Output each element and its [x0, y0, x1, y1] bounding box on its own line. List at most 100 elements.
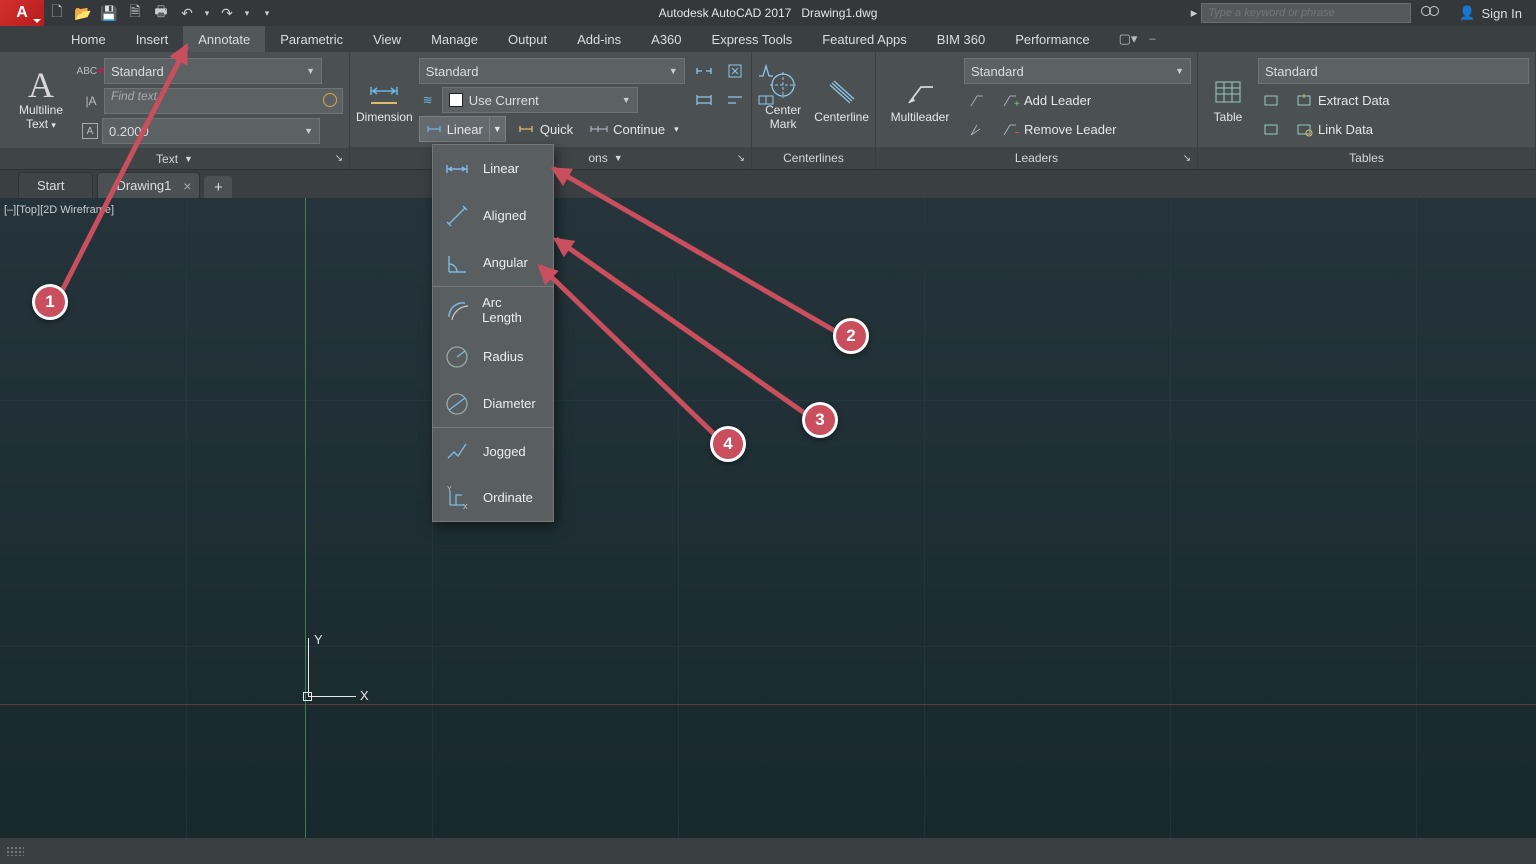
leader-align-icon[interactable] [964, 87, 990, 113]
jogged-icon [443, 437, 471, 465]
flyout-diameter-label: Diameter [483, 396, 536, 411]
tab-view[interactable]: View [358, 26, 416, 52]
table-button[interactable]: Table [1204, 56, 1252, 143]
table-ext-icon2[interactable] [1258, 116, 1284, 142]
abc-check-icon[interactable]: ABC✔ [82, 62, 100, 80]
tab-home[interactable]: Home [56, 26, 121, 52]
dim-baseline-icon[interactable] [691, 87, 717, 113]
print-icon[interactable]: 🖶 [148, 0, 174, 26]
dim-break-icon[interactable] [691, 58, 717, 84]
new-icon[interactable]: 🗋 [44, 0, 70, 26]
tab-start[interactable]: Start [18, 172, 93, 198]
tab-featured[interactable]: Featured Apps [807, 26, 922, 52]
leader-collect-icon[interactable] [964, 116, 990, 142]
flyout-angular[interactable]: Angular [433, 239, 553, 286]
dim-layer-combo[interactable]: Use Current▼ [442, 87, 638, 113]
multileader-button[interactable]: Multileader [882, 56, 958, 143]
flyout-jogged[interactable]: Jogged [433, 427, 553, 474]
app-menu-button[interactable]: A [0, 0, 44, 26]
dialog-launcher-icon[interactable]: ↘ [1183, 153, 1191, 164]
tab-a360[interactable]: A360 [636, 26, 696, 52]
find-text-input[interactable]: Find text [104, 88, 343, 114]
signin-button[interactable]: 👤 Sign In [1445, 0, 1536, 26]
ribbon: A MultilineText ▾ ABC✔ Standard▼ |A Find… [0, 52, 1536, 170]
undo-icon[interactable]: ↶ [174, 0, 200, 26]
table-ext-icon1[interactable] [1258, 87, 1284, 113]
tab-add-button[interactable]: + [204, 176, 232, 198]
tab-parametric[interactable]: Parametric [265, 26, 358, 52]
redo-dropdown-icon[interactable]: ▾ [240, 0, 254, 26]
flyout-arclength[interactable]: Arc Length [433, 286, 553, 333]
tab-addins[interactable]: Add-ins [562, 26, 636, 52]
quick-dim-button[interactable]: Quick [511, 116, 579, 142]
tab-close-icon[interactable]: × [183, 178, 191, 194]
extract-data-button[interactable]: Extract Data [1289, 87, 1396, 113]
centermark-button[interactable]: CenterMark [758, 56, 808, 143]
flyout-radius[interactable]: Radius [433, 333, 553, 380]
undo-dropdown-icon[interactable]: ▾ [200, 0, 214, 26]
dimension-button[interactable]: Dimension [356, 56, 413, 143]
centerline-icon [825, 75, 859, 109]
open-icon[interactable]: 📂 [70, 0, 96, 26]
linear-dropdown-icon[interactable]: ▼ [489, 117, 505, 141]
centerline-button[interactable]: Centerline [814, 56, 869, 143]
multiline-text-button[interactable]: A MultilineText ▾ [6, 56, 76, 144]
ribbon-minimize-icon[interactable]: – [1149, 33, 1155, 45]
flyout-ordinate-label: Ordinate [483, 490, 533, 505]
dimension-type-flyout: Linear Aligned Angular Arc Length Radius… [432, 144, 554, 522]
flyout-ordinate[interactable]: Y X Ordinate [433, 474, 553, 521]
table-icon [1211, 75, 1245, 109]
text-style-combo[interactable]: Standard▼ [104, 58, 322, 84]
globe-icon [323, 93, 337, 107]
flyout-aligned[interactable]: Aligned [433, 192, 553, 239]
dim-space-icon[interactable] [722, 87, 748, 113]
collab-icon[interactable] [1421, 6, 1439, 20]
ribbon-overflow-icon[interactable]: ▢▾ [1119, 31, 1138, 47]
dimension-icon [367, 75, 401, 109]
qat-customize-icon[interactable]: ▾ [254, 0, 280, 26]
panel-leaders: Multileader Standard▼ +Add Leader −Remov… [876, 52, 1198, 169]
tab-output[interactable]: Output [493, 26, 562, 52]
height-a-icon[interactable]: A [82, 123, 98, 139]
flyout-linear[interactable]: Linear [433, 145, 553, 192]
remove-leader-button[interactable]: −Remove Leader [995, 116, 1123, 142]
status-grip-icon[interactable] [0, 838, 30, 864]
dim-layer-value: Use Current [469, 93, 539, 108]
panel-leaders-label[interactable]: Leaders↘ [876, 147, 1197, 169]
link-data-button[interactable]: Link Data [1289, 116, 1379, 142]
tab-performance[interactable]: Performance [1000, 26, 1104, 52]
continue-dim-button[interactable]: Continue▾ [584, 116, 685, 142]
svg-text:X: X [463, 504, 468, 511]
flyout-diameter[interactable]: Diameter [433, 380, 553, 427]
aligned-icon [443, 202, 471, 230]
search-play-icon[interactable]: ▸ [1191, 5, 1198, 21]
tab-manage[interactable]: Manage [416, 26, 493, 52]
dim-update-icon[interactable] [722, 58, 748, 84]
redo-icon[interactable]: ↷ [214, 0, 240, 26]
panel-tables-label: Tables [1198, 147, 1535, 169]
linear-split-button[interactable]: Linear ▼ [419, 116, 506, 142]
tab-bim360[interactable]: BIM 360 [922, 26, 1000, 52]
find-icon[interactable]: |A [82, 92, 100, 110]
svg-text:Y: Y [447, 486, 452, 493]
tab-express[interactable]: Express Tools [697, 26, 808, 52]
centermark-icon [766, 68, 800, 102]
callout-4: 4 [710, 426, 746, 462]
linear-label: Linear [447, 122, 483, 137]
leader-style-combo[interactable]: Standard▼ [964, 58, 1191, 84]
help-search-input[interactable] [1201, 3, 1411, 23]
save-icon[interactable]: 💾 [96, 0, 122, 26]
svg-text:−: − [1014, 128, 1020, 139]
add-leader-button[interactable]: +Add Leader [995, 87, 1097, 113]
dim-style-combo[interactable]: Standard▼ [419, 58, 685, 84]
remove-leader-label: Remove Leader [1024, 122, 1117, 137]
find-placeholder: Find text [111, 89, 157, 103]
dialog-launcher-icon[interactable]: ↘ [335, 153, 343, 164]
panel-text-label[interactable]: Text▼↘ [0, 148, 349, 169]
saveas-icon[interactable]: 🗎 [122, 0, 148, 26]
svg-text:+: + [1014, 99, 1020, 110]
add-leader-icon: + [1001, 91, 1019, 109]
dialog-launcher-icon[interactable]: ↘ [737, 153, 745, 164]
table-style-combo[interactable]: Standard [1258, 58, 1529, 84]
ucs-y-label: Y [314, 632, 323, 647]
